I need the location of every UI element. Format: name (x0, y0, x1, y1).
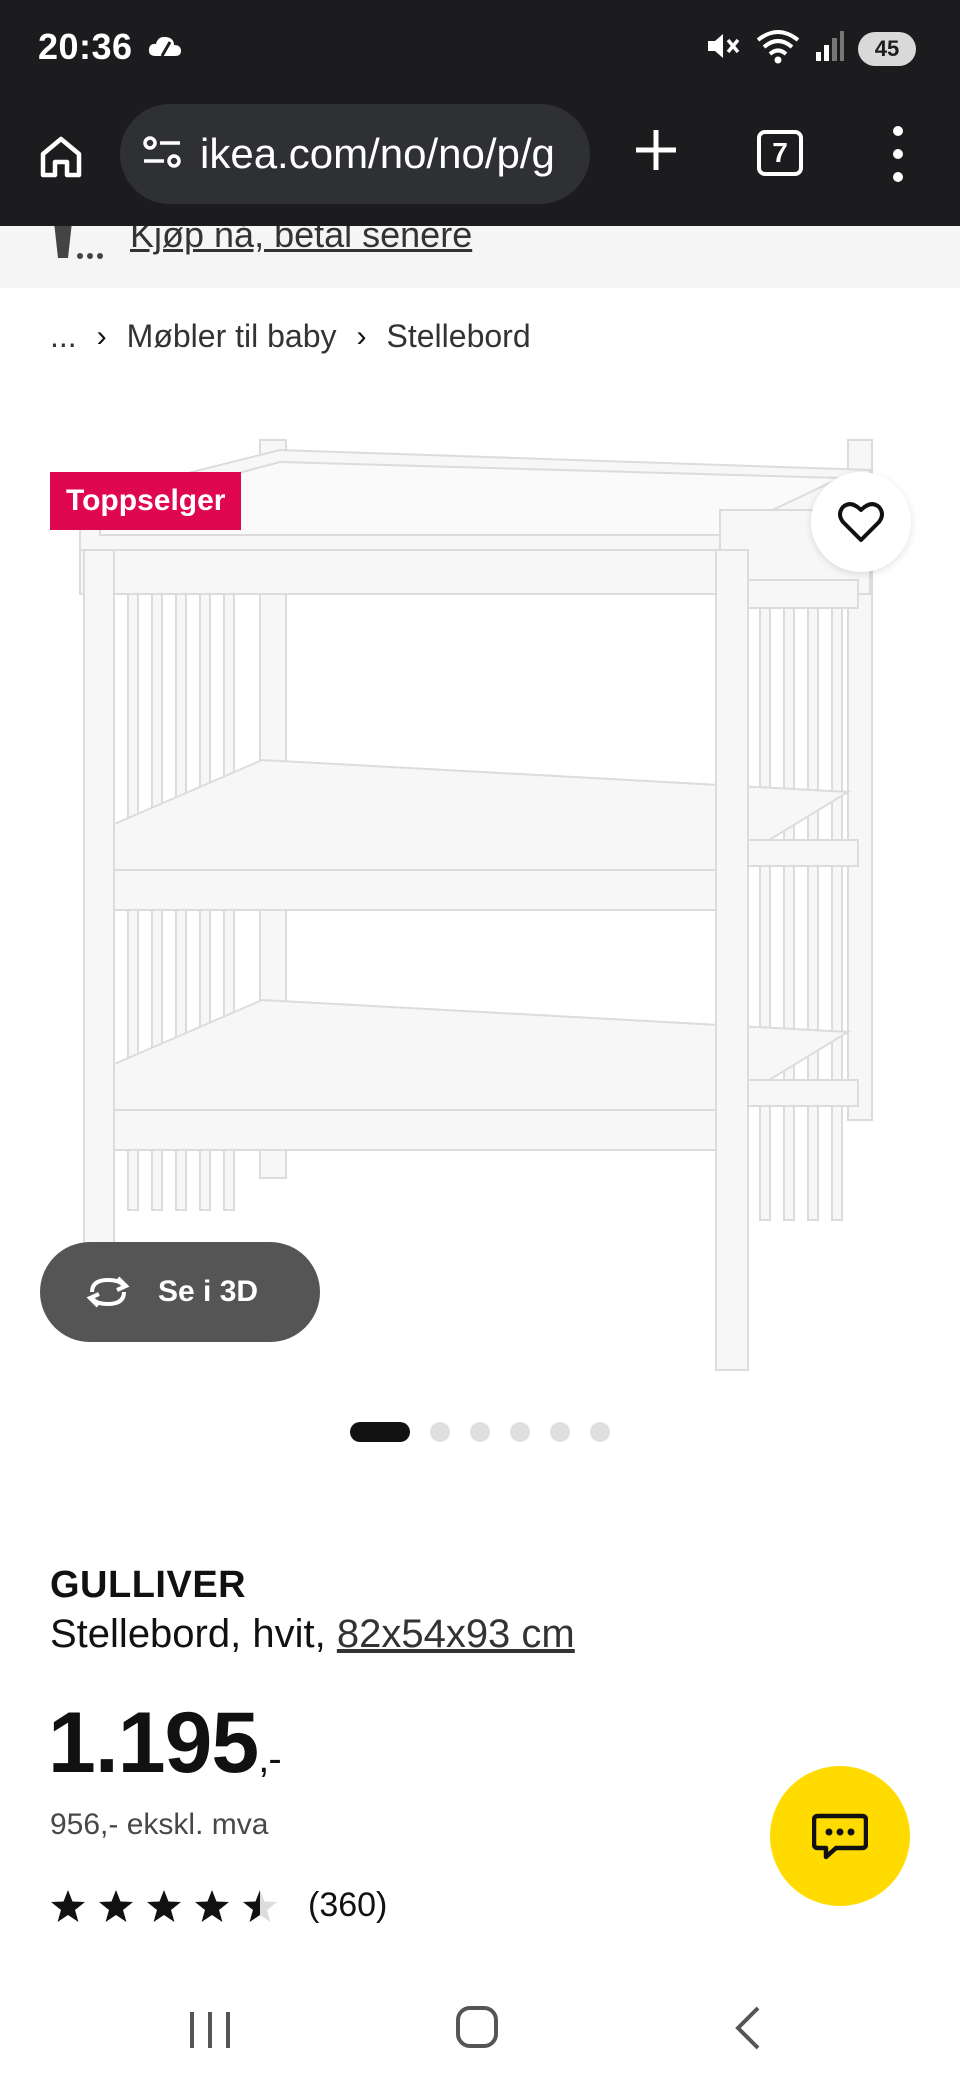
view-3d-label: Se i 3D (158, 1275, 259, 1308)
star-icon (147, 1889, 181, 1922)
recent-apps-icon[interactable] (188, 2010, 232, 2050)
status-badge: Toppselger (50, 472, 242, 530)
system-nav-bar (0, 1960, 960, 2080)
gallery-pagination (350, 1422, 610, 1442)
rating[interactable]: (360) (50, 1886, 387, 1925)
chat-button[interactable] (770, 1766, 910, 1906)
star-icon (195, 1889, 229, 1922)
gallery-dot-active[interactable] (350, 1422, 410, 1442)
back-icon[interactable] (730, 2004, 764, 2052)
chat-icon (812, 1813, 868, 1860)
rating-count: (360) (308, 1886, 388, 1924)
product-type: Stellebord, hvit, (50, 1612, 337, 1656)
chevron-right-icon: › (96, 319, 107, 353)
chevron-right-icon: › (356, 319, 367, 353)
gallery-dot[interactable] (470, 1422, 490, 1442)
rotate-3d-icon (86, 1276, 130, 1308)
price-main: 1.195 (48, 1695, 259, 1791)
status-bar: 20:36 45 (0, 0, 960, 96)
breadcrumb-ellipsis[interactable]: ... (50, 318, 77, 355)
cloud-icon (148, 34, 182, 63)
status-time: 20:36 (38, 26, 133, 67)
promo-link[interactable]: Kjøp nå, betal senere (130, 226, 472, 256)
battery-icon: 45 (858, 31, 916, 66)
star-icon (99, 1889, 133, 1922)
star-half-icon (243, 1889, 277, 1922)
nav-home-icon[interactable] (456, 2006, 498, 2048)
product-image[interactable] (40, 400, 920, 1380)
heart-icon[interactable] (811, 472, 911, 572)
price-suffix: ,- (258, 1737, 281, 1781)
wifi-icon (756, 28, 800, 69)
pay-later-icon (50, 226, 110, 277)
view-3d-button[interactable]: Se i 3D (40, 1242, 320, 1342)
signal-icon (814, 30, 844, 67)
product-name: GULLIVER (50, 1564, 247, 1606)
product-description: Stellebord, hvit, 82x54x93 cm (50, 1612, 575, 1657)
url-text: ikea.com/no/no/p/g (200, 130, 555, 177)
gallery-dot[interactable] (590, 1422, 610, 1442)
plus-icon[interactable] (626, 120, 686, 180)
product-measure-link[interactable]: 82x54x93 cm (337, 1612, 575, 1656)
product-price: 1.195,- (48, 1700, 282, 1786)
more-menu-icon[interactable] (886, 126, 910, 182)
star-icon (51, 1889, 85, 1922)
browser-toolbar: ikea.com/no/no/p/g 7 (0, 96, 960, 226)
breadcrumb: ... › Møbler til baby › Stellebord (50, 318, 531, 355)
home-icon[interactable] (30, 126, 92, 188)
tabs-icon[interactable]: 7 (757, 130, 803, 176)
site-settings-icon[interactable] (142, 134, 182, 175)
breadcrumb-item-changing-tables[interactable]: Stellebord (387, 318, 531, 355)
price-excl-vat: 956,- ekskl. mva (50, 1808, 269, 1841)
gallery-dot[interactable] (510, 1422, 530, 1442)
mute-icon (706, 29, 742, 68)
gallery-dot[interactable] (550, 1422, 570, 1442)
url-bar[interactable]: ikea.com/no/no/p/g (120, 104, 590, 204)
gallery-dot[interactable] (430, 1422, 450, 1442)
promo-banner: Kjøp nå, betal senere (0, 226, 960, 288)
breadcrumb-item-baby-furniture[interactable]: Møbler til baby (127, 318, 337, 355)
